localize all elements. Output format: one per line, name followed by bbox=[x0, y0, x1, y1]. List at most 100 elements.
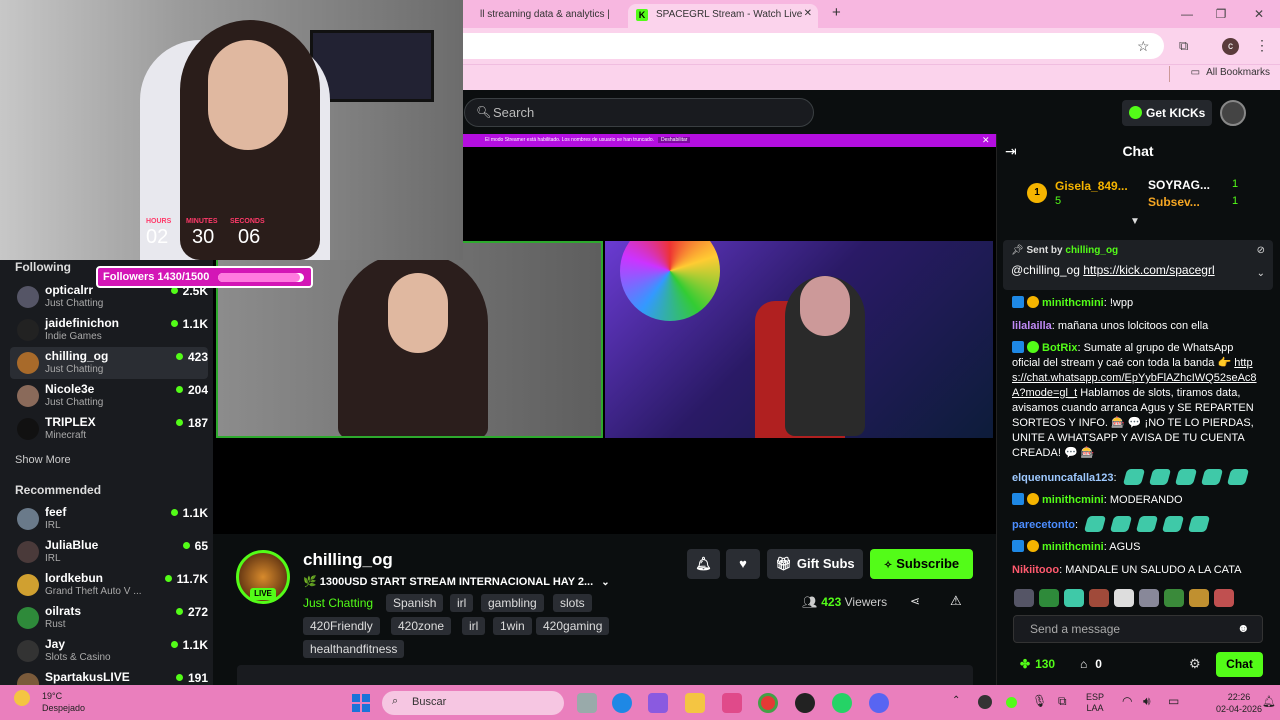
emote-icon[interactable] bbox=[1214, 589, 1234, 607]
more-menu-icon[interactable]: ⋮ bbox=[1255, 37, 1269, 54]
channel-points[interactable]: ✤ 130 bbox=[1020, 657, 1055, 671]
user-avatar[interactable] bbox=[1220, 100, 1246, 126]
chat-settings-gear-icon[interactable]: ⚙ bbox=[1189, 656, 1201, 672]
chat-username[interactable]: minithcmini bbox=[1042, 494, 1104, 506]
emote-icon[interactable] bbox=[1114, 589, 1134, 607]
emoji-picker-icon[interactable]: ☻ bbox=[1237, 621, 1250, 635]
sidebar-channel-oilrats[interactable]: oilrats Rust 272 bbox=[10, 602, 208, 634]
tray-chevron-icon[interactable]: ⌃ bbox=[952, 695, 960, 706]
weather-widget[interactable]: 19°C Despejado bbox=[42, 690, 85, 714]
system-clock[interactable]: 22:26 02-04-2026 bbox=[1216, 691, 1262, 715]
store-icon[interactable] bbox=[722, 693, 742, 713]
channel-name[interactable]: chilling_og bbox=[303, 550, 393, 570]
chat-message-input[interactable]: Send a message bbox=[1013, 615, 1263, 643]
chat-username[interactable]: lilalailla bbox=[1012, 320, 1052, 332]
sidebar-channel-spartakuslive[interactable]: SpartakusLIVE 191 bbox=[10, 668, 208, 685]
expand-gifters-icon[interactable]: ▼ bbox=[1130, 216, 1140, 227]
sidebar-channel-triplex[interactable]: TRIPLEX Minecraft 187 bbox=[10, 413, 208, 445]
discord-icon[interactable] bbox=[869, 693, 889, 713]
sidebar-channel-jay[interactable]: Jay Slots & Casino 1.1K bbox=[10, 635, 208, 667]
restore-icon[interactable]: ❐ bbox=[1206, 4, 1236, 24]
emote-icon[interactable] bbox=[1039, 589, 1059, 607]
chat-username[interactable]: Nikiitooo bbox=[1012, 564, 1059, 576]
taskbar-search[interactable]: ⌕ Buscar bbox=[382, 691, 564, 715]
notifications-bell-icon[interactable]: 🔔︎ bbox=[1262, 695, 1276, 708]
github-icon[interactable] bbox=[795, 693, 815, 713]
tray-status-icon[interactable] bbox=[1006, 697, 1017, 708]
chat-username[interactable]: minithcmini bbox=[1042, 541, 1104, 553]
extensions-icon[interactable]: ⧉ bbox=[1179, 38, 1188, 54]
task-view-icon[interactable] bbox=[577, 693, 597, 713]
chat-username[interactable]: elquenuncafalla123 bbox=[1012, 472, 1114, 484]
chevron-down-icon[interactable]: ⌄ bbox=[601, 577, 609, 588]
star-bookmark-icon[interactable]: ☆ bbox=[1137, 38, 1150, 55]
tray-window-icon[interactable]: ⧉ bbox=[1058, 694, 1067, 709]
profile-avatar[interactable]: c bbox=[1222, 38, 1239, 55]
emote-icon[interactable] bbox=[1164, 589, 1184, 607]
tag[interactable]: 420zone bbox=[391, 617, 452, 635]
search-input[interactable]: Search bbox=[464, 98, 814, 127]
vault-count[interactable]: ⌂ 0 bbox=[1080, 657, 1102, 671]
edge-icon[interactable] bbox=[612, 693, 632, 713]
chat-username[interactable]: BotRix bbox=[1042, 342, 1077, 354]
battery-icon[interactable]: ▭ bbox=[1168, 694, 1179, 708]
language-indicator[interactable]: ESP LAA bbox=[1086, 692, 1104, 714]
volume-icon[interactable]: 🔊︎ bbox=[1143, 694, 1151, 709]
notification-bell-button[interactable]: 🔔︎ bbox=[687, 549, 720, 579]
close-tab-icon[interactable]: ✕ bbox=[804, 8, 812, 19]
emote-icon[interactable] bbox=[1089, 589, 1109, 607]
tray-app-icon[interactable] bbox=[978, 695, 992, 709]
emote-icon[interactable] bbox=[1139, 589, 1159, 607]
show-more-button[interactable]: Show More bbox=[15, 454, 71, 466]
windows-start-icon[interactable] bbox=[352, 694, 370, 712]
top-gifter-name[interactable]: Gisela_849... bbox=[1055, 179, 1128, 193]
gifter-name[interactable]: SOYRAG... bbox=[1148, 178, 1210, 192]
chat-username[interactable]: minithcmini bbox=[1042, 297, 1104, 309]
emote-icon[interactable] bbox=[1014, 589, 1034, 607]
sidebar-channel-juliablue[interactable]: JuliaBlue IRL 65 bbox=[10, 536, 208, 568]
browser-tab-spacegrl[interactable]: K SPACEGRL Stream - Watch Live ✕ bbox=[628, 4, 818, 28]
close-notice-icon[interactable]: ✕ bbox=[982, 135, 990, 146]
tag[interactable]: 420Friendly bbox=[303, 617, 380, 635]
tag[interactable]: 420gaming bbox=[536, 617, 610, 635]
pinned-sender-name[interactable]: chilling_og bbox=[1065, 245, 1118, 256]
tag[interactable]: gambling bbox=[481, 594, 544, 612]
gifter-name[interactable]: Subsev... bbox=[1148, 195, 1200, 209]
sidebar-channel-chilling-og[interactable]: chilling_og Just Chatting 423 bbox=[10, 347, 208, 379]
emote-icon[interactable] bbox=[1189, 589, 1209, 607]
close-window-icon[interactable]: ✕ bbox=[1244, 4, 1274, 24]
tag[interactable]: irl bbox=[450, 594, 474, 612]
chat-username[interactable]: parecetonto bbox=[1012, 519, 1075, 531]
copilot-icon[interactable] bbox=[648, 693, 668, 713]
minimize-icon[interactable]: — bbox=[1172, 4, 1202, 24]
gift-subs-button[interactable]: 🎁︎ Gift Subs bbox=[767, 549, 863, 579]
tag[interactable]: slots bbox=[553, 594, 592, 612]
tag[interactable]: healthandfitness bbox=[303, 640, 405, 658]
disable-streamer-mode-button[interactable]: Deshabilitar bbox=[658, 137, 691, 143]
browser-tab-analytics[interactable]: ll streaming data & analytics | bbox=[452, 4, 627, 28]
sidebar-channel-feef[interactable]: feef IRL 1.1K bbox=[10, 503, 208, 535]
tag[interactable]: Spanish bbox=[386, 594, 444, 612]
pinned-link[interactable]: https://kick.com/spacegrl bbox=[1083, 263, 1214, 277]
weather-moon-icon[interactable] bbox=[14, 690, 30, 706]
new-tab-button[interactable]: + bbox=[832, 4, 841, 21]
follow-button[interactable]: ♥ bbox=[726, 549, 760, 579]
hide-pin-icon[interactable]: ⊘ bbox=[1257, 245, 1265, 256]
chevron-down-icon[interactable]: ⌄ bbox=[1257, 268, 1265, 279]
report-icon[interactable]: ⚠︎ bbox=[950, 593, 962, 609]
microphone-icon[interactable]: 🎙︎ bbox=[1032, 694, 1047, 708]
share-icon[interactable]: ⋖ bbox=[910, 594, 920, 608]
stream-category[interactable]: Just Chatting bbox=[303, 596, 373, 610]
sidebar-channel-nicole3e[interactable]: Nicole3e Just Chatting 204 bbox=[10, 380, 208, 412]
sidebar-channel-lordkebun[interactable]: lordkebun Grand Theft Auto V ... 11.7K bbox=[10, 569, 208, 601]
tag[interactable]: irl bbox=[462, 617, 486, 635]
sidebar-channel-jaidefinichon[interactable]: jaidefinichon Indie Games 1.1K bbox=[10, 314, 208, 346]
emote-icon[interactable] bbox=[1064, 589, 1084, 607]
whatsapp-icon[interactable] bbox=[832, 693, 852, 713]
subscribe-button[interactable]: ✧ Subscribe bbox=[870, 549, 973, 579]
all-bookmarks-button[interactable]: ▭ All Bookmarks bbox=[1191, 67, 1270, 78]
wifi-icon[interactable]: ◠ bbox=[1122, 694, 1132, 708]
get-kicks-button[interactable]: Get KICKs bbox=[1122, 100, 1212, 126]
send-chat-button[interactable]: Chat bbox=[1216, 652, 1263, 677]
file-explorer-icon[interactable] bbox=[685, 693, 705, 713]
